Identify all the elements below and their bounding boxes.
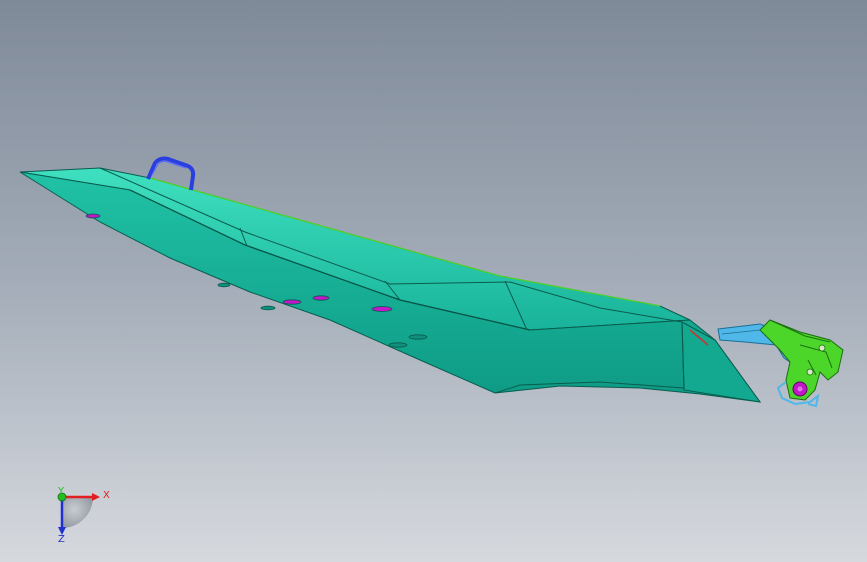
z-axis-label: Z xyxy=(58,534,65,545)
mount-hole xyxy=(806,368,814,376)
hull-vent-slot xyxy=(282,299,302,305)
hull-vent-slot xyxy=(217,282,231,288)
x-axis-label: X xyxy=(103,490,110,501)
x-axis-arrowhead xyxy=(92,493,100,501)
y-axis-label: Y xyxy=(57,486,65,497)
hull-vent-slot xyxy=(371,306,393,312)
hull-model[interactable] xyxy=(19,167,762,403)
mount-hole xyxy=(818,344,826,352)
hull-vent-slot xyxy=(85,213,101,219)
model-canvas[interactable]: X Y Z xyxy=(0,0,867,562)
hull-vent-slot xyxy=(388,342,408,348)
hull-vent-slot xyxy=(260,305,276,311)
coordinate-triad[interactable]: X Y Z xyxy=(57,486,110,545)
pivot-bolt-center xyxy=(797,386,803,392)
cad-viewport[interactable]: X Y Z xyxy=(0,0,867,562)
hull-vent-slot xyxy=(312,295,330,301)
hull-vent-slot xyxy=(408,334,428,340)
triad-shade xyxy=(62,497,93,528)
